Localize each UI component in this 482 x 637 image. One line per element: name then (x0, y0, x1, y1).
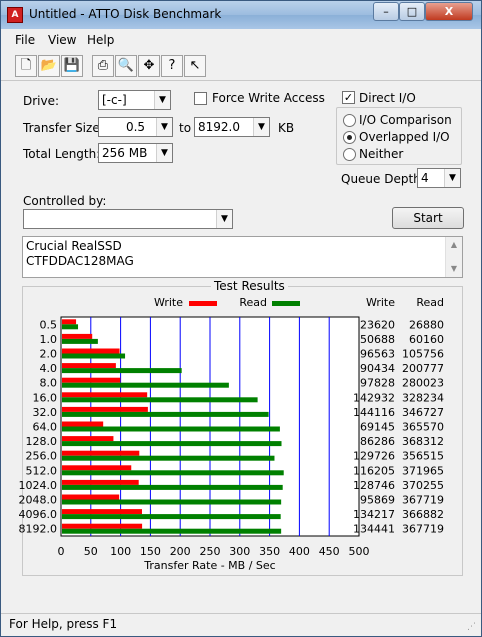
category-label: 2.0 (40, 348, 58, 361)
write-bar (62, 406, 148, 412)
read-value: 371965 (402, 464, 444, 477)
read-value: 346727 (402, 406, 444, 419)
app-window: A Untitled - ATTO Disk Benchmark – □ X F… (0, 0, 482, 637)
read-bar (62, 528, 282, 534)
x-tick-label: 200 (170, 545, 191, 558)
read-bar (62, 484, 283, 490)
category-label: 8192.0 (19, 523, 58, 536)
read-value: 200777 (402, 362, 444, 375)
x-tick-label: 250 (200, 545, 221, 558)
category-label: 1024.0 (19, 479, 58, 492)
legend-read-swatch (272, 301, 300, 306)
read-bar (62, 441, 282, 447)
category-label: 16.0 (33, 391, 58, 404)
read-bar (62, 455, 275, 461)
write-value: 144116 (353, 406, 395, 419)
write-bar (62, 333, 93, 339)
read-value: 60160 (409, 333, 444, 346)
category-label: 4.0 (40, 362, 58, 375)
read-bar (62, 338, 98, 344)
write-bar (62, 319, 77, 325)
read-bar (62, 470, 284, 476)
x-tick-label: 100 (110, 545, 131, 558)
category-label: 64.0 (33, 421, 58, 434)
category-label: 4096.0 (19, 508, 58, 521)
read-value: 356515 (402, 450, 444, 463)
read-value: 280023 (402, 377, 444, 390)
category-label: 0.5 (40, 318, 58, 331)
status-text: For Help, press F1 (9, 617, 118, 631)
x-tick-label: 0 (58, 545, 65, 558)
write-bar (62, 377, 121, 383)
write-column-header: Write (366, 296, 395, 309)
write-value: 134217 (353, 508, 395, 521)
read-value: 26880 (409, 318, 444, 331)
write-value: 95869 (360, 494, 395, 507)
legend-write-swatch (189, 301, 217, 306)
results-chart: 0 50 100 150 200 250 300 350 400 450 500 Transfer R… (19, 296, 445, 572)
write-value: 129726 (353, 450, 395, 463)
write-bar (62, 363, 116, 369)
resize-grip-icon[interactable]: ⋰ (467, 622, 479, 634)
read-bar (62, 426, 280, 432)
write-value: 50688 (360, 333, 395, 346)
x-tick-label: 300 (229, 545, 250, 558)
read-value: 370255 (402, 479, 444, 492)
category-label: 32.0 (33, 406, 58, 419)
write-value: 90434 (360, 362, 395, 375)
category-label: 8.0 (40, 377, 58, 390)
legend-write-label: Write (154, 296, 183, 309)
write-bar (62, 479, 139, 485)
read-bar (62, 397, 258, 403)
write-value: 97828 (360, 377, 395, 390)
write-bar (62, 523, 143, 529)
write-value: 96563 (360, 348, 395, 361)
write-value: 86286 (360, 435, 395, 448)
read-bar (62, 324, 79, 330)
write-bar (62, 392, 148, 398)
read-value: 365570 (402, 421, 444, 434)
write-bar (62, 348, 120, 354)
read-bar (62, 368, 182, 374)
write-value: 142932 (353, 391, 395, 404)
read-bar (62, 411, 269, 417)
read-value: 105756 (402, 348, 444, 361)
write-value: 23620 (360, 318, 395, 331)
x-tick-label: 50 (84, 545, 98, 558)
x-tick-label: 400 (289, 545, 310, 558)
write-value: 128746 (353, 479, 395, 492)
write-bar (62, 421, 104, 427)
read-value: 368312 (402, 435, 444, 448)
write-value: 116205 (353, 464, 395, 477)
category-label: 128.0 (26, 435, 58, 448)
read-bar (62, 353, 126, 359)
x-tick-label: 500 (349, 545, 370, 558)
category-label: 512.0 (26, 464, 58, 477)
x-tick-label: 150 (140, 545, 161, 558)
read-bar (62, 382, 229, 388)
read-value: 367719 (402, 523, 444, 536)
write-value: 69145 (360, 421, 395, 434)
x-axis-label: Transfer Rate - MB / Sec (143, 559, 275, 572)
category-label: 1.0 (40, 333, 58, 346)
status-bar: For Help, press F1 ⋰ (1, 613, 481, 636)
read-value: 366882 (402, 508, 444, 521)
write-value: 134441 (353, 523, 395, 536)
read-bar (62, 499, 282, 505)
category-label: 256.0 (26, 450, 58, 463)
write-bar (62, 450, 140, 456)
legend-read-label: Read (239, 296, 267, 309)
read-value: 367719 (402, 494, 444, 507)
x-tick-label: 450 (319, 545, 340, 558)
category-label: 2048.0 (19, 494, 58, 507)
read-column-header: Read (416, 296, 444, 309)
write-bar (62, 436, 114, 442)
x-tick-label: 350 (259, 545, 280, 558)
read-value: 328234 (402, 391, 444, 404)
read-bar (62, 514, 281, 520)
write-bar (62, 465, 132, 471)
write-bar (62, 494, 120, 500)
write-bar (62, 509, 142, 515)
